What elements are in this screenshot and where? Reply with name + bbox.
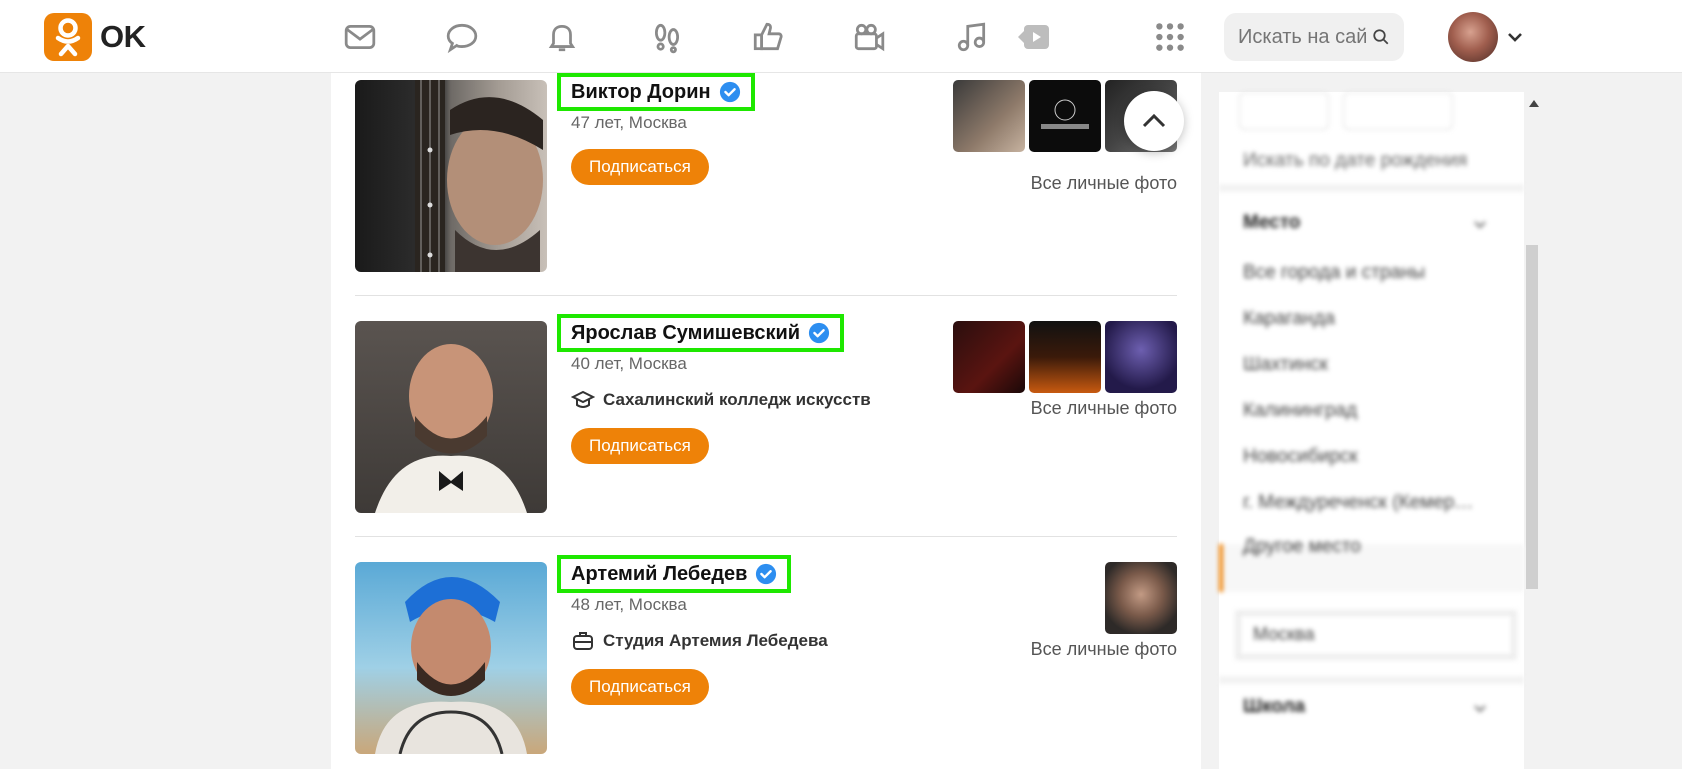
- photo-thumbnail[interactable]: [953, 80, 1025, 152]
- photo-thumbnail[interactable]: [1105, 562, 1177, 634]
- place-filter-header[interactable]: Место: [1243, 212, 1300, 234]
- all-photos-link[interactable]: Все личные фото: [1031, 398, 1177, 419]
- photo-thumbnails: [953, 321, 1177, 393]
- person-name-highlight[interactable]: Ярослав Сумишевский: [557, 314, 845, 352]
- user-avatar[interactable]: [1448, 12, 1498, 62]
- all-photos-link[interactable]: Все личные фото: [1031, 639, 1177, 660]
- workplace-label[interactable]: Студия Артемия Лебедева: [603, 631, 828, 651]
- education-label[interactable]: Сахалинский колледж искусств: [603, 390, 871, 410]
- profile-photo[interactable]: [355, 562, 547, 754]
- person-card: Виктор Дорин 47 лет, Москва Подписаться …: [331, 73, 1201, 295]
- video-icon[interactable]: [1013, 18, 1053, 56]
- place-option[interactable]: Все города и страны: [1243, 262, 1425, 284]
- profile-photo[interactable]: [355, 321, 547, 513]
- briefcase-icon: [573, 632, 593, 650]
- place-option[interactable]: Новосибирск: [1243, 446, 1358, 468]
- likes-icon[interactable]: [749, 18, 787, 56]
- chevron-down-icon[interactable]: [1472, 216, 1488, 232]
- birth-month-select[interactable]: [1343, 92, 1453, 130]
- search-icon[interactable]: [1372, 25, 1390, 49]
- apps-grid-icon[interactable]: [1151, 18, 1189, 56]
- top-navigation-bar: OK: [0, 0, 1682, 73]
- verified-badge-icon: [808, 322, 830, 344]
- search-filters-sidebar: Искать по дате рождения Место Все города…: [1219, 92, 1524, 769]
- person-age-city: 47 лет, Москва: [571, 113, 687, 132]
- person-card: Ярослав Сумишевский 40 лет, Москва Сахал…: [331, 314, 1201, 536]
- person-name[interactable]: Артемий Лебедев: [571, 563, 747, 586]
- card-divider: [355, 536, 1177, 537]
- person-card: Артемий Лебедев 48 лет, Москва Студия Ар…: [331, 555, 1201, 769]
- music-icon[interactable]: [953, 18, 991, 56]
- video-calls-icon[interactable]: [850, 18, 888, 56]
- discussions-icon[interactable]: [443, 18, 481, 56]
- place-option[interactable]: Караганда: [1243, 308, 1335, 330]
- person-name[interactable]: Виктор Дорин: [571, 81, 711, 104]
- notifications-icon[interactable]: [543, 18, 581, 56]
- person-name-highlight[interactable]: Артемий Лебедев: [557, 555, 792, 593]
- ok-logo[interactable]: OK: [44, 13, 146, 61]
- all-photos-link[interactable]: Все личные фото: [1031, 173, 1177, 194]
- birth-day-select[interactable]: [1239, 92, 1329, 130]
- person-name-highlight[interactable]: Виктор Дорин: [557, 73, 755, 111]
- section-separator: [1219, 676, 1524, 684]
- profile-photo[interactable]: [355, 80, 547, 272]
- logo-text: OK: [100, 19, 146, 54]
- place-option[interactable]: Шахтинск: [1243, 354, 1328, 376]
- other-place-option[interactable]: Другое место: [1243, 536, 1361, 558]
- subscribe-button[interactable]: Подписаться: [571, 149, 709, 185]
- ok-logo-icon: [44, 13, 92, 61]
- chevron-up-icon: [1142, 113, 1166, 128]
- photo-thumbnail[interactable]: [1105, 321, 1177, 393]
- chevron-down-icon[interactable]: [1505, 27, 1525, 47]
- search-results-list: Виктор Дорин 47 лет, Москва Подписаться …: [331, 73, 1201, 769]
- photo-thumbnails: [1105, 562, 1177, 634]
- photo-thumbnail[interactable]: [1029, 80, 1101, 152]
- search-input[interactable]: [1238, 25, 1366, 49]
- scroll-to-top-button[interactable]: [1124, 91, 1184, 151]
- graduation-cap-icon: [571, 390, 595, 408]
- messages-icon[interactable]: [341, 18, 379, 56]
- photo-thumbnail[interactable]: [953, 321, 1025, 393]
- school-filter-header[interactable]: Школа: [1243, 696, 1305, 718]
- person-workplace[interactable]: Студия Артемия Лебедева: [571, 629, 828, 653]
- person-name[interactable]: Ярослав Сумишевский: [571, 322, 800, 345]
- place-input-field[interactable]: Москва: [1235, 610, 1517, 660]
- person-age-city: 40 лет, Москва: [571, 354, 687, 373]
- scrollbar-up-arrow[interactable]: [1529, 100, 1539, 107]
- photo-thumbnail[interactable]: [1029, 321, 1101, 393]
- person-age-city: 48 лет, Москва: [571, 595, 687, 614]
- place-option[interactable]: Калининград: [1243, 400, 1357, 422]
- search-by-birthday-link[interactable]: Искать по дате рождения: [1243, 150, 1467, 172]
- guests-icon[interactable]: [648, 18, 686, 56]
- verified-badge-icon: [756, 563, 777, 585]
- subscribe-button[interactable]: Подписаться: [571, 669, 709, 705]
- verified-badge-icon: [719, 81, 740, 103]
- card-divider: [355, 295, 1177, 296]
- chevron-down-icon[interactable]: [1472, 700, 1488, 716]
- place-option[interactable]: г. Междуреченск (Кемер…: [1243, 492, 1473, 514]
- scrollbar-thumb[interactable]: [1526, 245, 1538, 589]
- person-education[interactable]: Сахалинский колледж искусств: [571, 388, 871, 412]
- section-separator: [1219, 184, 1524, 192]
- subscribe-button[interactable]: Подписаться: [571, 428, 709, 464]
- search-box[interactable]: [1224, 13, 1404, 61]
